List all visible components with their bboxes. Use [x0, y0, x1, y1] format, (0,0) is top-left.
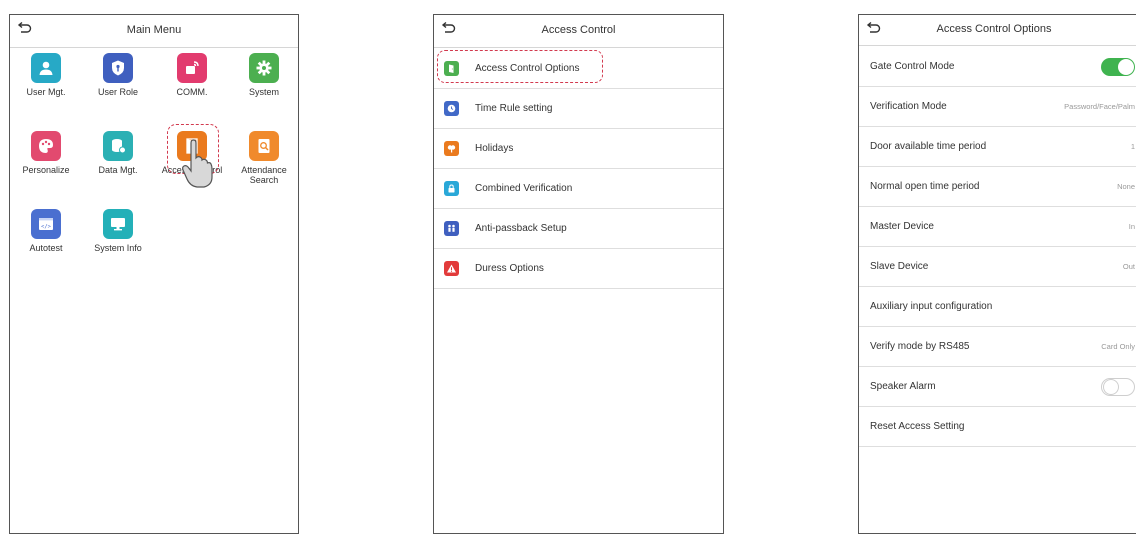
option-value: In — [1128, 222, 1135, 231]
user-icon — [31, 53, 61, 83]
clock-icon — [444, 101, 459, 116]
list-item-label: Combined Verification — [475, 183, 573, 194]
menu-tile-attendance-search[interactable]: Attendance Search — [228, 131, 298, 185]
option-label: Master Device — [870, 221, 934, 232]
option-value: Card Only — [1101, 342, 1135, 351]
menu-tile-data-mgt[interactable]: Data Mgt. — [82, 131, 154, 175]
menu-tile-system[interactable]: System — [228, 53, 298, 97]
option-row-reset-access-setting[interactable]: Reset Access Setting — [859, 407, 1136, 447]
menu-tile-personalize[interactable]: Personalize — [10, 131, 82, 175]
menu-tile-label: Personalize — [22, 165, 70, 175]
menu-tile-comm[interactable]: COMM. — [156, 53, 228, 97]
highlight-access-control-options — [437, 50, 603, 83]
access-control-screen: Access Control Access Control Options Tim… — [433, 14, 724, 534]
menu-tile-autotest[interactable]: </> Autotest — [10, 209, 82, 253]
option-label: Normal open time period — [870, 181, 980, 192]
people-icon — [444, 221, 459, 236]
pointing-hand-icon — [182, 139, 213, 188]
list-item-time-rule-setting[interactable]: Time Rule setting — [434, 89, 723, 129]
list-item-label: Anti-passback Setup — [475, 223, 567, 234]
option-label: Slave Device — [870, 261, 929, 272]
menu-tile-label: COMM. — [176, 87, 208, 97]
access-control-options-screen: Access Control Options Gate Control Mode… — [858, 14, 1136, 534]
palette-icon — [31, 131, 61, 161]
option-row-speaker-alarm[interactable]: Speaker Alarm — [859, 367, 1136, 407]
menu-tile-label: User Role — [97, 87, 138, 97]
main-menu-header: Main Menu — [10, 15, 298, 48]
option-row-gate-control-mode[interactable]: Gate Control Mode — [859, 47, 1136, 87]
toggle-switch[interactable] — [1101, 58, 1135, 76]
menu-tile-label: User Mgt. — [26, 87, 66, 97]
list-item-label: Holidays — [475, 143, 514, 154]
menu-tile-system-info[interactable]: System Info — [82, 209, 154, 253]
option-label: Verify mode by RS485 — [870, 341, 970, 352]
search-doc-icon — [249, 131, 279, 161]
option-row-normal-open-time-period[interactable]: Normal open time period None — [859, 167, 1136, 207]
option-label: Door available time period — [870, 141, 987, 152]
list-item-holidays[interactable]: Holidays — [434, 129, 723, 169]
comm-icon — [177, 53, 207, 83]
access-control-list: Access Control Options Time Rule setting H… — [434, 49, 723, 289]
option-row-master-device[interactable]: Master Device In — [859, 207, 1136, 247]
option-row-verify-mode-by-rs485[interactable]: Verify mode by RS485 Card Only — [859, 327, 1136, 367]
menu-tile-label: Data Mgt. — [98, 165, 138, 175]
option-row-door-available-time-period[interactable]: Door available time period 1 — [859, 127, 1136, 167]
menu-tile-label: System Info — [94, 243, 142, 253]
svg-text:</>: </> — [41, 224, 52, 230]
toggle-switch[interactable] — [1101, 378, 1135, 396]
page-title: Access Control — [541, 24, 616, 36]
option-row-auxiliary-input-configuration[interactable]: Auxiliary input configuration — [859, 287, 1136, 327]
option-value: None — [1117, 182, 1135, 191]
menu-tile-user-mgt[interactable]: User Mgt. — [10, 53, 82, 97]
menu-tile-label: System — [248, 87, 279, 97]
shield-icon — [103, 53, 133, 83]
menu-tile-label: Autotest — [29, 243, 63, 253]
toggle-knob — [1103, 379, 1119, 395]
lock-icon — [444, 181, 459, 196]
option-row-verification-mode[interactable]: Verification Mode Password/Face/Palm — [859, 87, 1136, 127]
option-label: Gate Control Mode — [870, 61, 955, 72]
database-icon — [103, 131, 133, 161]
holiday-icon — [444, 141, 459, 156]
gear-icon — [249, 53, 279, 83]
list-item-duress-options[interactable]: Duress Options — [434, 249, 723, 289]
list-item-combined-verification[interactable]: Combined Verification — [434, 169, 723, 209]
access-control-options-header: Access Control Options — [859, 15, 1136, 46]
main-menu-screen: Main Menu User Mgt. User Role COMM. System P… — [9, 14, 299, 534]
list-item-label: Duress Options — [475, 263, 544, 274]
page-title: Main Menu — [126, 24, 182, 36]
option-value: Password/Face/Palm — [1064, 102, 1135, 111]
option-label: Speaker Alarm — [870, 381, 936, 392]
option-label: Reset Access Setting — [870, 421, 965, 432]
code-icon: </> — [31, 209, 61, 239]
page-title: Access Control Options — [936, 23, 1052, 35]
access-control-header: Access Control — [434, 15, 723, 48]
toggle-knob — [1118, 59, 1134, 75]
option-value: Out — [1122, 262, 1135, 271]
list-item-anti-passback-setup[interactable]: Anti-passback Setup — [434, 209, 723, 249]
option-label: Auxiliary input configuration — [870, 301, 993, 312]
menu-tile-user-role[interactable]: User Role — [82, 53, 154, 97]
list-item-label: Time Rule setting — [475, 103, 553, 114]
option-value: 1 — [1130, 142, 1135, 151]
warning-icon — [444, 261, 459, 276]
monitor-icon — [103, 209, 133, 239]
menu-tile-label: Attendance Search — [241, 165, 287, 185]
option-row-slave-device[interactable]: Slave Device Out — [859, 247, 1136, 287]
access-control-options-list: Gate Control Mode Verification Mode Passwo… — [859, 47, 1136, 447]
option-label: Verification Mode — [870, 101, 947, 112]
